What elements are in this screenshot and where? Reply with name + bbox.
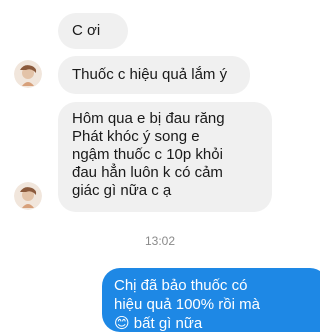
message-line: Hôm qua e bị đau răng bbox=[72, 110, 225, 127]
incoming-message: C ơi bbox=[58, 13, 128, 49]
message-line: ngậm thuốc c 10p khỏi bbox=[72, 146, 223, 163]
outgoing-message: Chị đã bảo thuốc có hiệu quả 100% rồi mà… bbox=[102, 268, 320, 332]
message-line: hiệu quả 100% rồi mà bbox=[114, 296, 260, 313]
sender-avatar[interactable] bbox=[14, 60, 42, 88]
message-line: đau hẳn luôn k có cảm bbox=[72, 164, 223, 181]
message-line: Chị đã bảo thuốc có bbox=[114, 277, 248, 294]
avatar-icon bbox=[14, 60, 42, 88]
message-line: giác gì nữa c ạ bbox=[72, 182, 172, 199]
sender-avatar[interactable] bbox=[14, 182, 42, 210]
incoming-message: Hôm qua e bị đau răng Phát khóc ý song e… bbox=[58, 102, 272, 212]
message-line: Phát khóc ý song e bbox=[72, 128, 200, 145]
message-timestamp: 13:02 bbox=[144, 234, 176, 248]
message-text: Thuốc c hiệu quả lắm ý bbox=[72, 66, 228, 83]
incoming-message: Thuốc c hiệu quả lắm ý bbox=[58, 56, 250, 94]
message-text: C ơi bbox=[72, 22, 101, 39]
chat-thread: C ơi Thuốc c hiệu quả lắm ý Hôm qua e bị… bbox=[0, 0, 320, 332]
message-line: 😊 bất gì nữa bbox=[114, 315, 203, 332]
avatar-icon bbox=[14, 182, 42, 210]
